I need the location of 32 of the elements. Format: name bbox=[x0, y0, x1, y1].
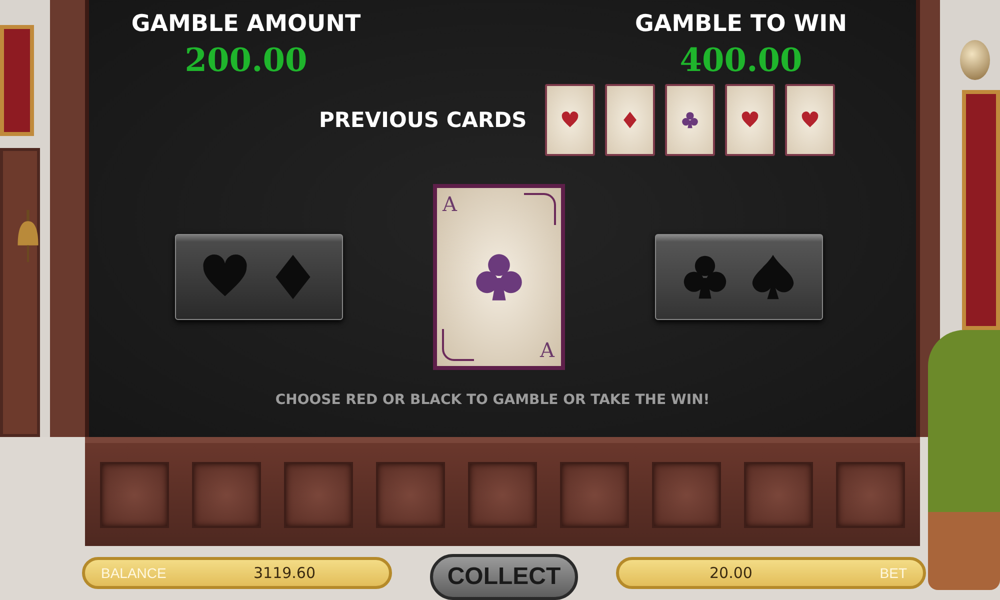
balance-label: BALANCE bbox=[101, 565, 168, 581]
gamble-amount: 200.00 bbox=[184, 40, 308, 80]
wall-lamp bbox=[960, 40, 990, 80]
gamble-to-win-label: GAMBLE TO WIN bbox=[635, 10, 847, 39]
bet-value: 20.00 bbox=[708, 564, 754, 582]
carved-panel bbox=[376, 462, 445, 528]
carved-panel bbox=[652, 462, 721, 528]
carved-panel bbox=[744, 462, 813, 528]
heart-icon bbox=[800, 111, 819, 129]
suit-choice-button[interactable] bbox=[654, 234, 822, 320]
instruction-text: CHOOSE RED OR BLACK TO GAMBLE OR TAKE THE WIN! bbox=[274, 392, 711, 408]
carved-panel bbox=[284, 462, 353, 528]
corner-ornament bbox=[524, 193, 556, 225]
carved-panel bbox=[836, 462, 905, 528]
card-rank: A bbox=[540, 339, 554, 361]
carved-panel bbox=[100, 462, 169, 528]
suit-choice-button[interactable] bbox=[174, 234, 342, 320]
collect-button[interactable]: COLLECT bbox=[430, 554, 578, 600]
gamble-amount-label: GAMBLE AMOUNT bbox=[131, 10, 361, 39]
carved-panel bbox=[468, 462, 537, 528]
balance-value: 3119.60 bbox=[252, 564, 317, 582]
club-icon bbox=[680, 111, 699, 129]
diamond-icon bbox=[620, 111, 639, 129]
card-rank: A bbox=[442, 193, 457, 215]
heart-icon bbox=[740, 111, 759, 129]
previous-cards-label: PREVIOUS CARDS bbox=[319, 108, 527, 132]
carved-panel bbox=[560, 462, 629, 528]
bet-label: BET bbox=[878, 565, 907, 581]
win-amount: 400.00 bbox=[680, 40, 802, 80]
corner-ornament bbox=[442, 329, 474, 361]
carved-panel bbox=[192, 462, 261, 528]
heart-icon bbox=[560, 111, 579, 129]
